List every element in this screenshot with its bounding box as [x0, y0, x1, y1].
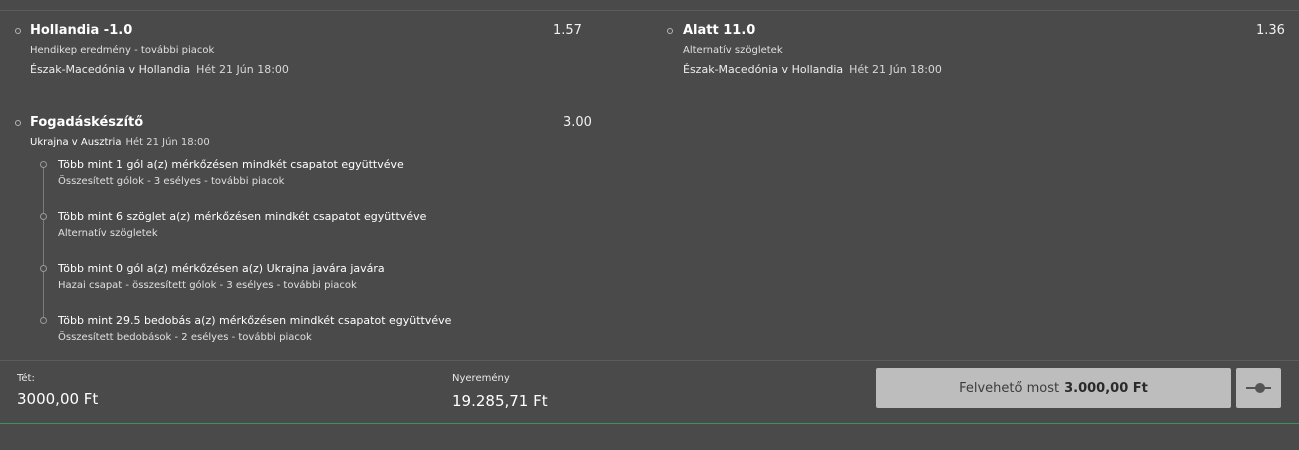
selection-odds: 1.36 [1256, 23, 1285, 38]
winnings-value: 19.285,71 Ft [452, 392, 548, 410]
selection-date: Hét 21 Jún 18:00 [196, 63, 289, 76]
accent-divider [0, 423, 1299, 424]
selection-bullet-icon [15, 120, 21, 126]
betbuilder-odds: 3.00 [563, 115, 592, 130]
selection-market: Alternatív szögletek [683, 45, 783, 56]
selection-event: Észak-Macedónia v Hollandia Hét 21 Jún 18… [30, 63, 289, 76]
selection-bullet-icon [667, 28, 673, 34]
selection-odds: 1.57 [553, 23, 582, 38]
selection-name: Alatt 11.0 [683, 23, 756, 38]
leg-bullet-icon [40, 213, 47, 220]
leg-subtitle: Összesített gólok - 3 esélyes - további … [58, 176, 285, 187]
leg-subtitle: Összesített bedobások - 2 esélyes - tová… [58, 332, 312, 343]
leg-bullet-icon [40, 161, 47, 168]
leg-title: Több mint 29.5 bedobás a(z) mérkőzésen m… [58, 314, 452, 327]
stake-value: 3000,00 Ft [17, 390, 99, 408]
selection-bullet-icon [15, 28, 21, 34]
leg-bullet-icon [40, 317, 47, 324]
leg-title: Több mint 1 gól a(z) mérkőzésen mindkét … [58, 158, 404, 171]
footer-divider [0, 360, 1299, 361]
cashout-slider-button[interactable] [1236, 368, 1281, 408]
winnings-label: Nyeremény [452, 373, 510, 384]
leg-title: Több mint 6 szöglet a(z) mérkőzésen mind… [58, 210, 427, 223]
cashout-amount: 3.000,00 Ft [1064, 380, 1148, 396]
betbuilder-date: Hét 21 Jún 18:00 [125, 137, 210, 148]
leg-bullet-icon [40, 265, 47, 272]
leg-subtitle: Alternatív szögletek [58, 228, 158, 239]
betbuilder-event: Ukrajna v Ausztria Hét 21 Jún 18:00 [30, 137, 210, 148]
top-divider [0, 10, 1299, 11]
cashout-label: Felvehető most [959, 380, 1060, 396]
stake-label: Tét: [17, 373, 35, 384]
selection-market: Hendikep eredmény - további piacok [30, 45, 215, 56]
cashout-button[interactable]: Felvehető most 3.000,00 Ft [876, 368, 1231, 408]
selection-name: Hollandia -1.0 [30, 23, 133, 38]
selection-date: Hét 21 Jún 18:00 [849, 63, 942, 76]
selection-event: Észak-Macedónia v Hollandia Hét 21 Jún 18… [683, 63, 942, 76]
leg-subtitle: Hazai csapat - összesített gólok - 3 esé… [58, 280, 357, 291]
leg-title: Több mint 0 gól a(z) mérkőzésen a(z) Ukr… [58, 262, 385, 275]
betbuilder-timeline [43, 164, 44, 322]
betbuilder-name: Fogadáskészítő [30, 115, 144, 130]
